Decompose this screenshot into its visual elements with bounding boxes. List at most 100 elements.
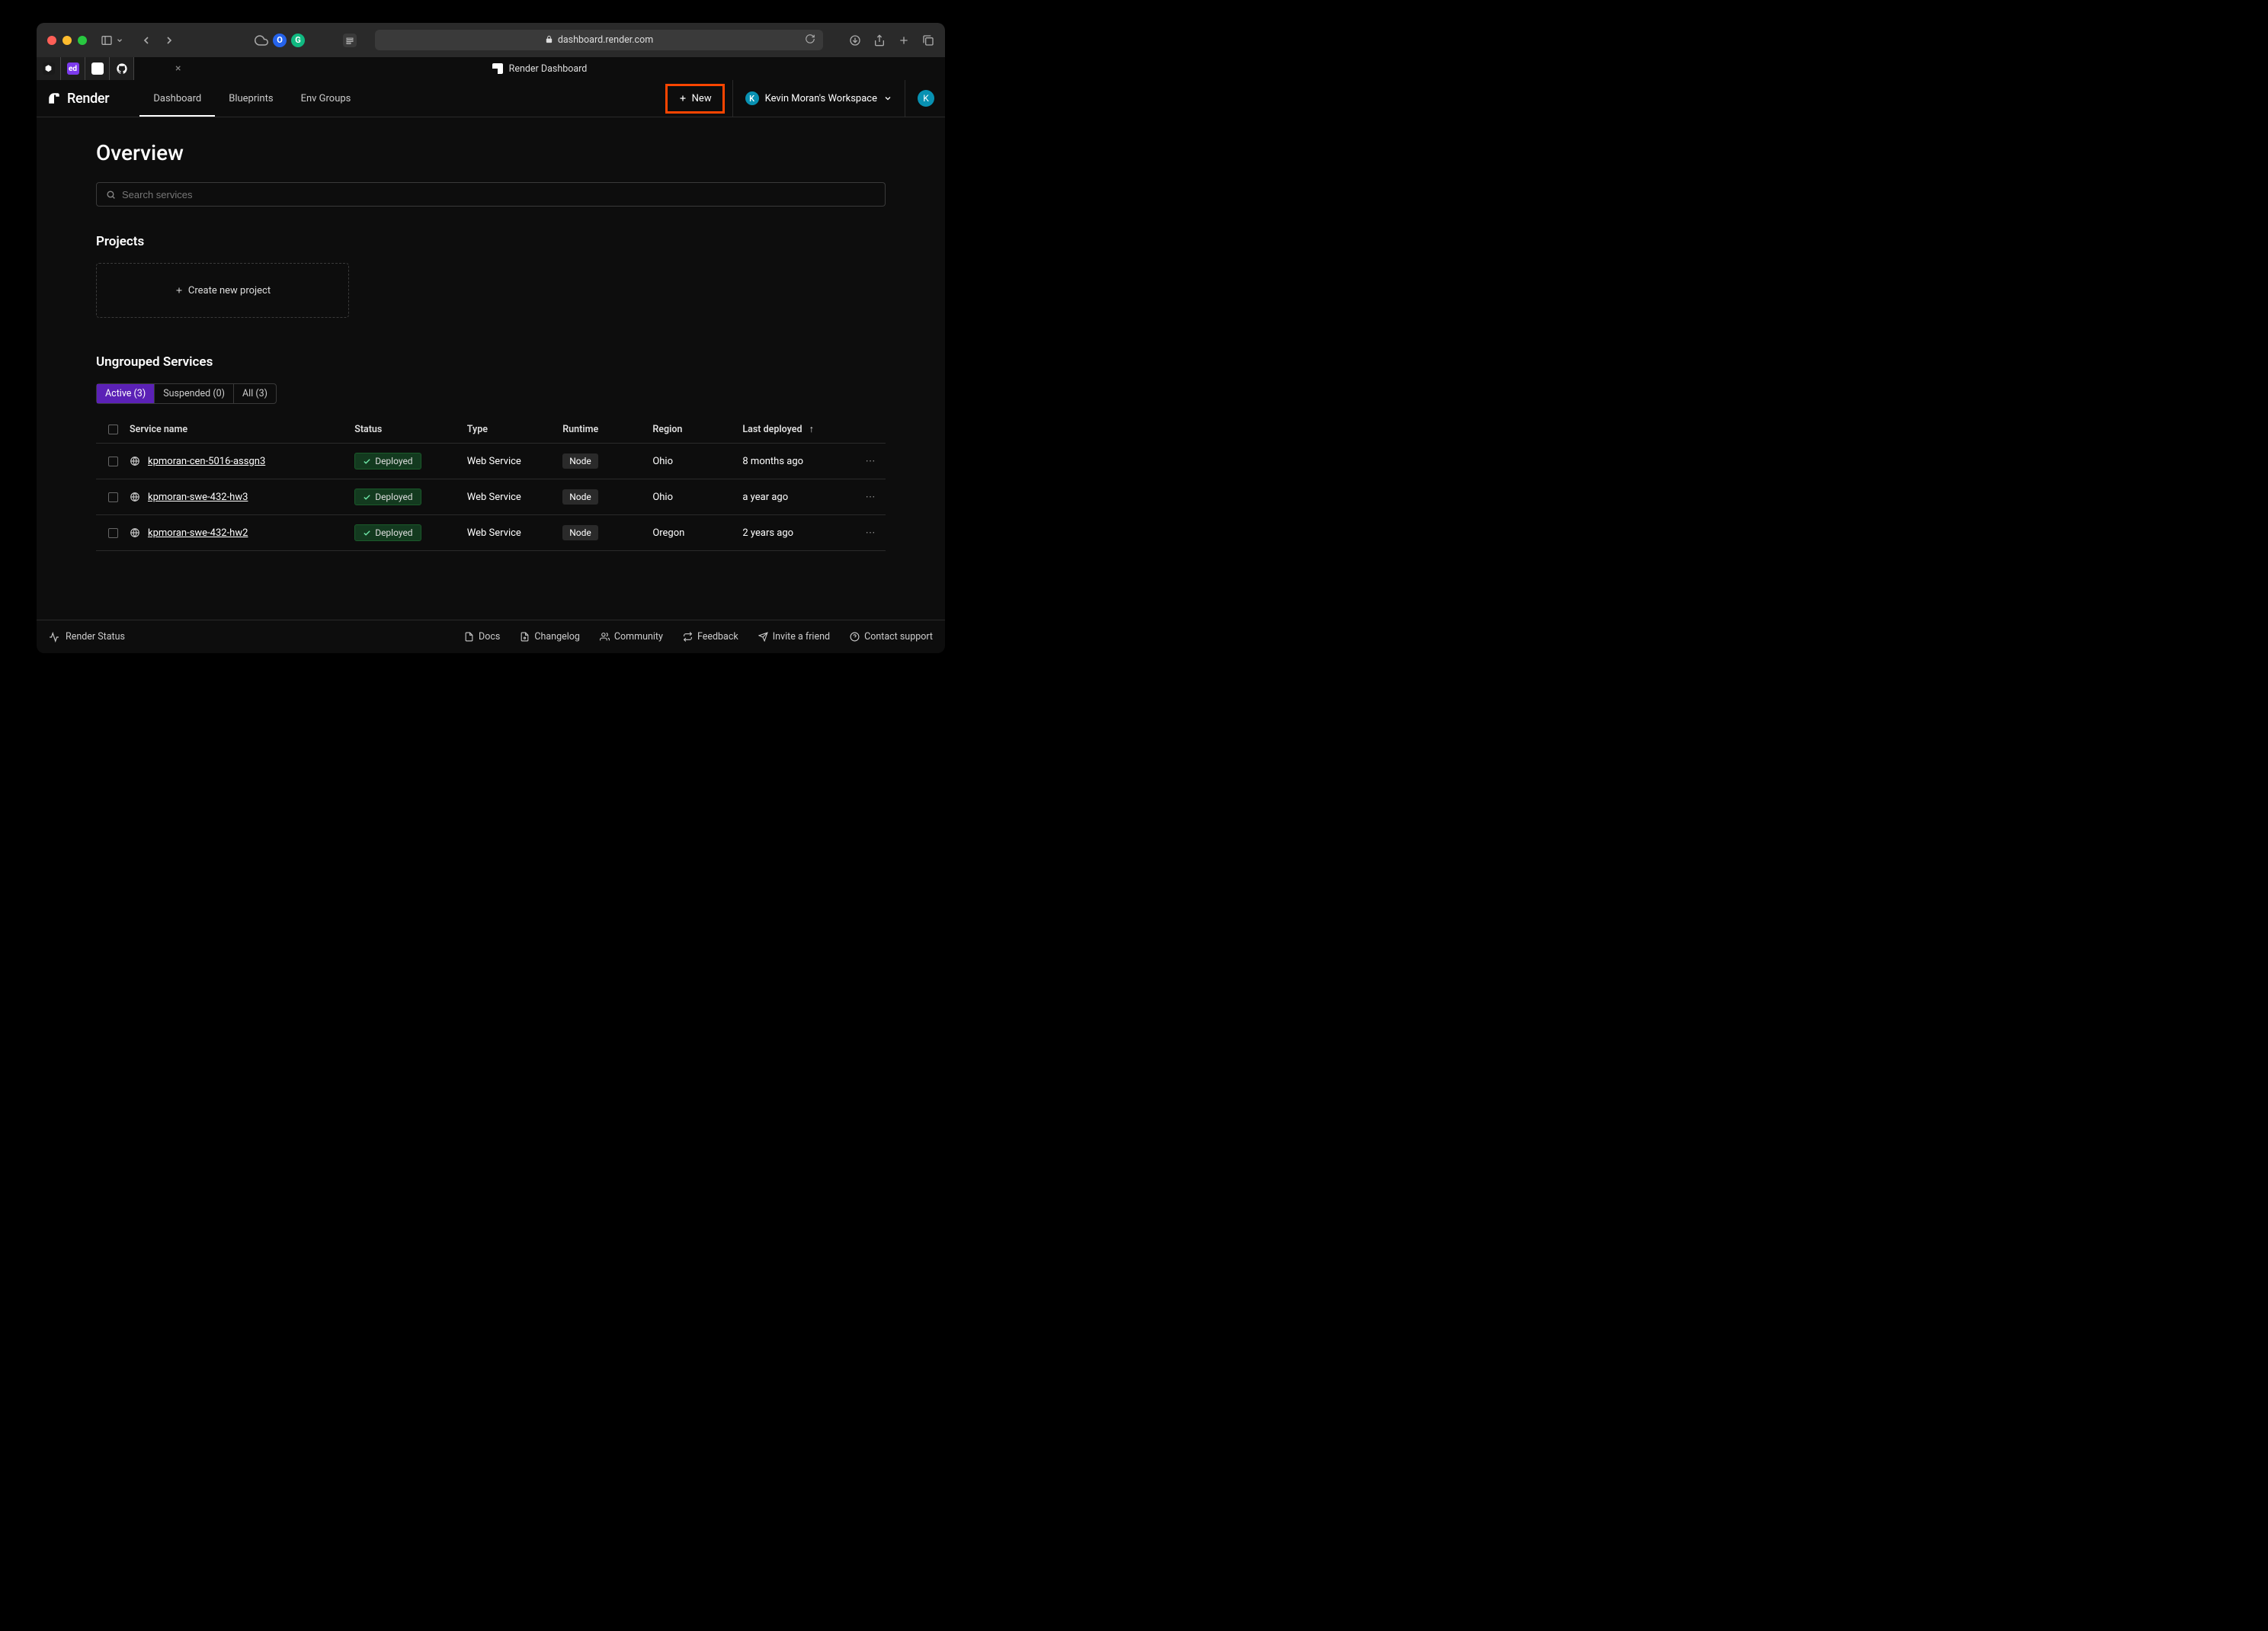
- workspace-avatar: K: [745, 91, 759, 105]
- footer-link-changelog[interactable]: Changelog: [520, 631, 580, 642]
- render-logo-icon: [47, 91, 61, 105]
- reload-icon[interactable]: [805, 34, 815, 47]
- plus-icon: [678, 94, 687, 103]
- workspace-name: Kevin Moran's Workspace: [765, 93, 877, 104]
- new-button[interactable]: New: [665, 84, 725, 114]
- service-name-link[interactable]: kpmoran-cen-5016-assgn3: [148, 456, 265, 467]
- render-status-link[interactable]: Render Status: [49, 631, 125, 642]
- nav-tabs: Dashboard Blueprints Env Groups: [139, 80, 364, 117]
- downloads-icon[interactable]: [849, 34, 861, 46]
- last-deployed: 2 years ago: [742, 527, 855, 539]
- filter-suspended[interactable]: Suspended (0): [155, 384, 234, 403]
- row-checkbox[interactable]: [108, 492, 118, 502]
- extension-grammarly-icon[interactable]: G: [291, 34, 305, 47]
- traffic-lights: [47, 36, 87, 45]
- status-badge: Deployed: [354, 524, 421, 541]
- table-row: kpmoran-swe-432-hw3 Deployed Web Service…: [96, 479, 886, 515]
- filter-all[interactable]: All (3): [234, 384, 276, 403]
- col-region[interactable]: Region: [652, 424, 742, 435]
- search-input[interactable]: [122, 189, 876, 200]
- service-region: Ohio: [652, 456, 742, 467]
- url-bar[interactable]: dashboard.render.com: [375, 30, 823, 50]
- main-content: Overview Projects Create new project Ung…: [37, 117, 945, 620]
- lock-icon: [545, 35, 553, 46]
- reader-mode-icon[interactable]: [343, 34, 357, 47]
- services-table: Service name Status Type Runtime Region …: [96, 416, 886, 551]
- footer-link-docs[interactable]: Docs: [464, 631, 500, 642]
- table-header: Service name Status Type Runtime Region …: [96, 416, 886, 444]
- runtime-badge: Node: [562, 453, 598, 469]
- app-footer: Render Status Docs Changelog Community Feed…: [37, 620, 945, 653]
- nav-blueprints[interactable]: Blueprints: [215, 80, 287, 117]
- render-favicon: [492, 63, 503, 74]
- footer-links: Docs Changelog Community Feedback Invite a f…: [464, 631, 933, 642]
- back-button[interactable]: [140, 34, 152, 46]
- maximize-window-button[interactable]: [78, 36, 87, 45]
- create-project-button[interactable]: Create new project: [96, 263, 349, 318]
- share-icon[interactable]: [873, 34, 886, 46]
- activity-icon: [49, 632, 59, 642]
- new-tab-icon[interactable]: [898, 34, 910, 46]
- service-type: Web Service: [467, 527, 562, 539]
- footer-link-contact-support[interactable]: Contact support: [850, 631, 933, 642]
- nav-dashboard[interactable]: Dashboard: [139, 80, 215, 117]
- col-status[interactable]: Status: [354, 424, 467, 435]
- minimize-window-button[interactable]: [62, 36, 72, 45]
- service-type: Web Service: [467, 456, 562, 467]
- plus-icon: [175, 286, 184, 295]
- forward-button[interactable]: [163, 34, 175, 46]
- service-name-link[interactable]: kpmoran-swe-432-hw3: [148, 492, 248, 503]
- url-text: dashboard.render.com: [558, 34, 653, 46]
- footer-link-community[interactable]: Community: [600, 631, 663, 642]
- filter-active[interactable]: Active (3): [97, 384, 155, 403]
- cloud-icon[interactable]: [255, 34, 268, 47]
- footer-link-invite-a-friend[interactable]: Invite a friend: [758, 631, 830, 642]
- search-box[interactable]: [96, 182, 886, 207]
- page-title: Overview: [96, 140, 886, 165]
- active-tab[interactable]: Render Dashboard: [134, 57, 945, 80]
- service-region: Ohio: [652, 492, 742, 503]
- pinned-tab-2[interactable]: ed: [61, 57, 85, 80]
- brand-name: Render: [67, 91, 109, 107]
- browser-toolbar: O G dashboard.render.com: [37, 23, 945, 57]
- col-type[interactable]: Type: [467, 424, 562, 435]
- search-icon: [106, 190, 116, 200]
- row-checkbox[interactable]: [108, 528, 118, 538]
- row-menu-button[interactable]: ⋯: [855, 492, 886, 503]
- workspace-selector[interactable]: K Kevin Moran's Workspace: [732, 80, 905, 117]
- tab-group-chevron-icon[interactable]: [116, 34, 123, 46]
- sidebar-toggle-icon[interactable]: [101, 34, 113, 46]
- col-service-name[interactable]: Service name: [130, 424, 354, 435]
- table-row: kpmoran-cen-5016-assgn3 Deployed Web Ser…: [96, 444, 886, 479]
- service-name-link[interactable]: kpmoran-swe-432-hw2: [148, 527, 248, 539]
- chevron-down-icon: [883, 94, 892, 103]
- nav-env-groups[interactable]: Env Groups: [287, 80, 365, 117]
- table-row: kpmoran-swe-432-hw2 Deployed Web Service…: [96, 515, 886, 551]
- col-runtime[interactable]: Runtime: [562, 424, 652, 435]
- browser-window: O G dashboard.render.com: [37, 23, 945, 653]
- runtime-badge: Node: [562, 525, 598, 540]
- services-section-title: Ungrouped Services: [96, 354, 886, 370]
- runtime-badge: Node: [562, 489, 598, 505]
- sort-ascending-icon: ↑: [809, 424, 814, 435]
- brand-logo[interactable]: Render: [47, 91, 109, 107]
- app-header: Render Dashboard Blueprints Env Groups N…: [37, 80, 945, 117]
- row-menu-button[interactable]: ⋯: [855, 456, 886, 467]
- pinned-tab-1[interactable]: ⬢: [37, 57, 61, 80]
- close-window-button[interactable]: [47, 36, 56, 45]
- last-deployed: a year ago: [742, 492, 855, 503]
- tab-overview-icon[interactable]: [922, 34, 934, 46]
- pinned-tab-3[interactable]: ❋: [85, 57, 110, 80]
- col-last-deployed[interactable]: Last deployed ↑: [742, 424, 855, 435]
- footer-link-feedback[interactable]: Feedback: [683, 631, 738, 642]
- row-menu-button[interactable]: ⋯: [855, 527, 886, 539]
- last-deployed: 8 months ago: [742, 456, 855, 467]
- filter-pills: Active (3) Suspended (0) All (3): [96, 383, 277, 404]
- pinned-tab-github[interactable]: [110, 57, 134, 80]
- user-avatar[interactable]: K: [918, 90, 934, 107]
- extension-blue-icon[interactable]: O: [273, 34, 287, 47]
- select-all-checkbox[interactable]: [108, 425, 118, 434]
- browser-tab-bar: ⬢ ed ❋ × Render Dashboard: [37, 57, 945, 80]
- close-tab-button[interactable]: ×: [175, 62, 181, 75]
- row-checkbox[interactable]: [108, 457, 118, 466]
